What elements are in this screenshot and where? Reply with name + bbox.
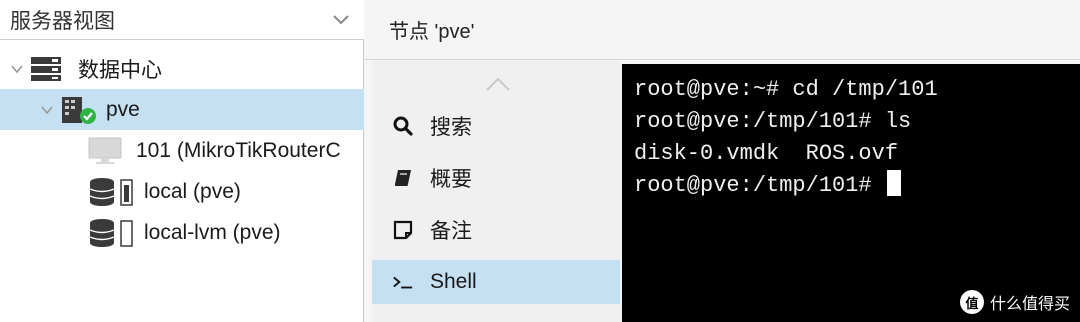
expander-icon[interactable]: [10, 62, 24, 76]
nav-item-notes[interactable]: 备注: [372, 208, 620, 252]
nav-item-label: Shell: [430, 270, 477, 293]
tree-node-vm-101[interactable]: 101 (MikroTikRouterC: [0, 130, 364, 171]
tree-node-storage-local[interactable]: local (pve): [0, 171, 364, 212]
expander-icon[interactable]: [40, 103, 54, 117]
shell-terminal[interactable]: root@pve:~# cd /tmp/101 root@pve:/tmp/10…: [622, 64, 1080, 322]
terminal-line: root@pve:~# cd /tmp/101: [634, 77, 938, 102]
tree-node-label: local (pve): [144, 179, 241, 203]
page-title: 节点 'pve': [389, 21, 475, 43]
tree-node-pve[interactable]: pve: [0, 89, 364, 130]
storage-icon: [89, 219, 133, 247]
nav-item-summary[interactable]: 概要: [372, 156, 620, 200]
terminal-line: root@pve:/tmp/101# ls: [634, 109, 912, 134]
terminal-line: disk-0.vmdk ROS.ovf: [634, 141, 899, 166]
tree-node-label: 101 (MikroTikRouterC: [136, 138, 341, 162]
storage-icon: [89, 178, 133, 206]
scroll-up-icon[interactable]: [484, 74, 512, 94]
book-icon: [392, 167, 414, 189]
terminal-icon: [392, 271, 414, 293]
node-online-icon: [62, 97, 96, 124]
watermark: 值 什么值得买: [959, 290, 1070, 314]
terminal-cursor: [886, 170, 901, 196]
tree-node-label: 数据中心: [78, 58, 162, 82]
resource-tree: 数据中心 pve 101 (MikroTikRouterC local (pve…: [0, 48, 364, 253]
tree-node-label: pve: [106, 97, 140, 121]
monitor-icon: [88, 137, 122, 164]
nav-item-shell[interactable]: Shell: [372, 260, 620, 304]
watermark-badge-icon: 值: [959, 290, 984, 314]
view-selector[interactable]: 服务器视图: [0, 0, 364, 40]
search-icon: [392, 115, 414, 137]
nav-item-search[interactable]: 搜索: [372, 104, 620, 148]
view-selector-value: 服务器视图: [10, 9, 115, 33]
nav-item-label: 概要: [430, 168, 472, 191]
tree-node-storage-local-lvm[interactable]: local-lvm (pve): [0, 212, 364, 253]
chevron-down-icon[interactable]: [330, 8, 352, 30]
tree-node-label: local-lvm (pve): [144, 220, 281, 244]
server-rack-icon: [31, 57, 61, 81]
nav-item-label: 搜索: [430, 116, 472, 139]
node-nav-menu: 搜索 概要 备注 Shell: [372, 60, 620, 322]
nav-item-label: 备注: [430, 220, 472, 243]
resource-tree-panel: 服务器视图 数据中心 pve 101 (MikroTikRouterC loca…: [0, 0, 364, 322]
terminal-prompt: root@pve:/tmp/101#: [634, 173, 885, 198]
terminal-prompt-line: root@pve:/tmp/101#: [634, 170, 1080, 202]
note-icon: [392, 219, 414, 241]
tree-node-datacenter[interactable]: 数据中心: [0, 48, 364, 89]
watermark-text: 什么值得买: [989, 294, 1070, 313]
node-header: 节点 'pve': [365, 0, 1080, 60]
